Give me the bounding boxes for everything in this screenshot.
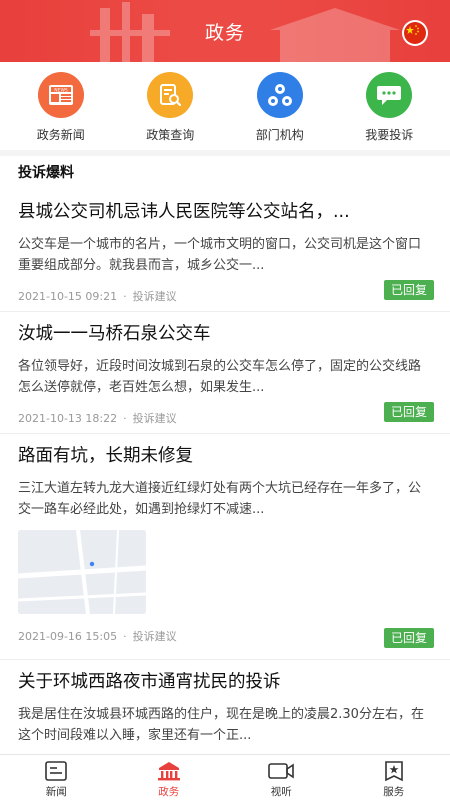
quicknav-item-policy-query[interactable]: 政策查询 [120, 62, 220, 150]
section-divider [0, 150, 450, 156]
quicknav-label: 政策查询 [146, 128, 195, 142]
status-badge: 已回复 [383, 402, 434, 422]
page-title: 政务 [204, 22, 245, 44]
post-category: 投诉建议 [132, 290, 177, 303]
post-summary: 公交车是一个城市的名片，一个城市文明的窗口，公交司机是这个窗口重要组成部分。就我… [18, 237, 422, 273]
video-tab-icon [268, 763, 295, 779]
post-meta: 2021-09-16 15:05 · 投诉建议 [18, 626, 432, 646]
news-tab-icon [45, 761, 68, 781]
post-meta: 2021-10-13 18:22 · 投诉建议 [18, 408, 432, 428]
tab-video[interactable]: 视听 [225, 755, 338, 800]
policy-search-icon [147, 72, 194, 118]
status-badge: 已回复 [383, 280, 434, 300]
section-title: 投诉爆料 [18, 165, 74, 181]
post-title[interactable]: 汝城一一马桥石泉公交车 [18, 312, 432, 346]
tab-service[interactable]: 服务 [338, 755, 450, 800]
post-title[interactable]: 路面有坑，长期未修复 [18, 434, 432, 468]
list-item[interactable]: 汝城一一马桥石泉公交车 各位领导好，近段时间汝城到石泉的公交车怎么停了，固定的公… [0, 312, 450, 434]
complaint-chat-icon [366, 72, 413, 118]
post-summary: 各位领导好，近段时间汝城到石泉的公交车怎么停了，固定的公交线路怎么送停就停，老百… [18, 359, 422, 395]
tab-label: 视听 [270, 786, 292, 798]
flag-icon[interactable] [402, 20, 428, 46]
meta-separator: · [123, 629, 127, 643]
post-category: 投诉建议 [132, 630, 177, 643]
news-icon: NEWS [37, 72, 84, 118]
post-summary: 我是居住在汝城县环城西路的住户，现在是晚上的凌晨2.30分左右，在这个时间段难以… [18, 707, 424, 743]
bottom-tab-bar: 新闻 政务 视听 服务 [0, 754, 450, 800]
app-header: 政务 [0, 0, 450, 62]
tab-gov[interactable]: 政务 [113, 755, 226, 800]
complaint-feed: 县城公交司机忌讳人民医院等公交站名，... 公交车是一个城市的名片，一个城市文明… [0, 190, 450, 780]
post-category: 投诉建议 [132, 412, 177, 425]
post-title[interactable]: 关于环城西路夜市通宵扰民的投诉 [18, 660, 432, 694]
svg-text:NEWS: NEWS [54, 87, 68, 93]
tab-label: 政务 [158, 786, 180, 798]
department-icon [256, 72, 303, 118]
quicknav-item-complaint[interactable]: 我要投诉 [339, 62, 439, 150]
post-summary: 三江大道左转九龙大道接近红绿灯处有两个大坑已经存在一年多了，公交一路车必经此处，… [18, 481, 422, 517]
tab-news[interactable]: 新闻 [0, 755, 113, 800]
post-date: 2021-09-16 15:05 [18, 629, 118, 643]
meta-separator: · [123, 289, 127, 303]
post-title[interactable]: 县城公交司机忌讳人民医院等公交站名，... [18, 190, 432, 224]
quicknav-item-departments[interactable]: 部门机构 [230, 62, 330, 150]
meta-separator: · [123, 411, 127, 425]
post-date: 2021-10-13 18:22 [18, 411, 118, 425]
list-item[interactable]: 县城公交司机忌讳人民医院等公交站名，... 公交车是一个城市的名片，一个城市文明… [0, 190, 450, 312]
status-badge: 已回复 [383, 628, 434, 648]
post-meta: 2021-10-15 09:21 · 投诉建议 [18, 286, 432, 306]
tab-label: 新闻 [45, 786, 67, 798]
post-date: 2021-10-15 09:21 [18, 289, 118, 303]
quicknav-label: 部门机构 [255, 128, 304, 142]
service-tab-icon [384, 761, 403, 782]
map-thumbnail[interactable] [18, 530, 146, 614]
quicknav-label: 政务新闻 [36, 128, 85, 142]
quicknav-item-gov-news[interactable]: NEWS 政务新闻 [11, 62, 111, 150]
tab-label: 服务 [383, 786, 405, 798]
quicknav-label: 我要投诉 [365, 128, 414, 142]
list-item[interactable]: 路面有坑，长期未修复 三江大道左转九龙大道接近红绿灯处有两个大坑已经存在一年多了… [0, 434, 450, 660]
quick-nav: NEWS 政务新闻 政策查询 部门机构 我要投诉 [0, 62, 450, 150]
gov-tab-icon [157, 762, 180, 781]
